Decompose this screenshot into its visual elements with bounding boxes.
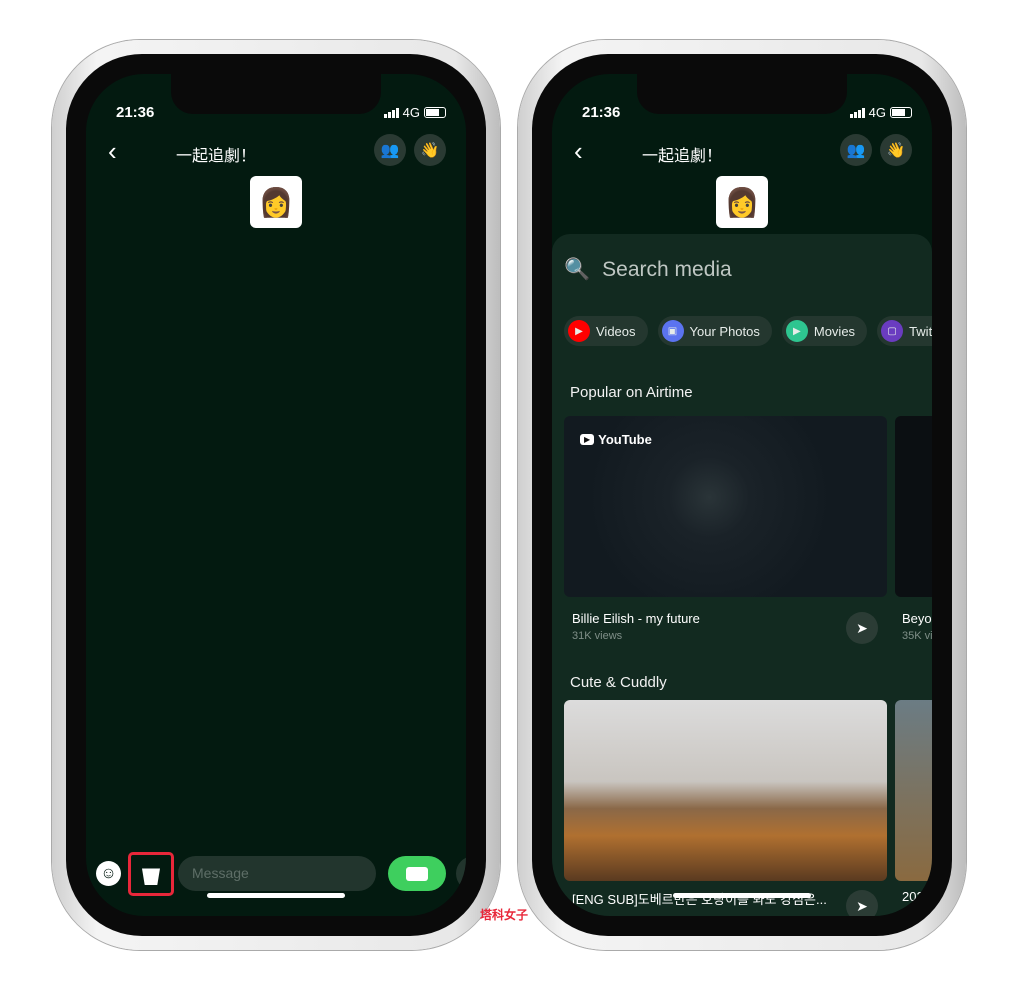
chat-title: 一起追劇！ [642, 148, 723, 165]
video-call-button[interactable] [388, 856, 446, 891]
people-icon: 👥 [846, 142, 866, 159]
avatar[interactable]: 👩 [716, 176, 768, 228]
battery-icon [890, 107, 912, 118]
phone-left: 21:36 4G ‹ 一起追劇！ 👥 👋 👩 ☺ Message [52, 40, 500, 950]
signal-icon [849, 107, 865, 118]
notch [637, 74, 847, 114]
send-icon: ➤ [856, 897, 868, 914]
people-button[interactable]: 👥 [374, 134, 406, 166]
emoji-button[interactable]: ☺ [96, 861, 121, 886]
popcorn-icon [142, 868, 160, 885]
video-views: 35K vie [902, 630, 932, 642]
chip-label: Videos [596, 323, 636, 339]
status-time: 21:36 [582, 104, 621, 121]
back-button[interactable]: ‹ [574, 136, 583, 167]
status-time: 21:36 [116, 104, 155, 121]
chip-your-photos[interactable]: ▣ Your Photos [657, 316, 772, 346]
video-title: 202 [902, 889, 924, 904]
home-indicator [207, 893, 345, 898]
chip-videos[interactable]: ▶ Videos [564, 316, 648, 346]
phone-right: 21:36 4G ‹ 一起追劇！ 👥 👋 👩 🔍 Search media ▶ Vi… [518, 40, 966, 950]
chip-label: Your Photos [689, 323, 760, 339]
search-icon: 🔍 [564, 258, 591, 281]
video-thumbnail[interactable] [564, 700, 887, 881]
media-screen: 21:36 4G ‹ 一起追劇！ 👥 👋 👩 🔍 Search media ▶ Vi… [552, 74, 932, 916]
status-bar: 4G [849, 105, 912, 120]
message-bar: ☺ Message [86, 852, 466, 896]
video-camera-icon [406, 866, 428, 881]
signal-icon [383, 107, 399, 118]
search-placeholder: Search media [602, 258, 732, 281]
message-input[interactable]: Message [178, 856, 376, 891]
video-views: 31K views [572, 630, 623, 642]
search-input[interactable]: 🔍 Search media [564, 258, 732, 282]
battery-icon [424, 107, 446, 118]
chip-twitch[interactable]: ▢ Twitch [877, 316, 932, 346]
wave-hand-icon: 👋 [420, 142, 440, 159]
people-icon: 👥 [380, 142, 400, 159]
wave-button[interactable]: 👋 [880, 134, 912, 166]
watermark: 塔科女子 [480, 908, 529, 922]
network-label: 4G [402, 105, 420, 120]
section-title: Popular on Airtime [570, 384, 693, 401]
media-panel: 🔍 Search media ▶ Videos ▣ Your Photos ▶ Movi… [552, 234, 932, 916]
video-thumbnail[interactable] [895, 700, 932, 881]
send-icon: ➤ [856, 619, 868, 636]
chat-title: 一起追劇！ [176, 148, 257, 165]
watch-media-button[interactable] [128, 852, 174, 896]
chip-movies[interactable]: ▶ Movies [781, 316, 868, 346]
video-title: Beyon [902, 611, 932, 626]
film-icon: ▶ [785, 320, 808, 342]
chat-screen: 21:36 4G ‹ 一起追劇！ 👥 👋 👩 ☺ Message [86, 74, 466, 916]
photo-icon: ▣ [661, 320, 684, 342]
section-title: Cute & Cuddly [570, 674, 667, 691]
video-thumbnail[interactable]: ▶ YouTube [564, 416, 887, 597]
video-thumbnail[interactable] [895, 416, 932, 597]
category-chips: ▶ Videos ▣ Your Photos ▶ Movies ▢ Twitch [564, 316, 932, 346]
people-button[interactable]: 👥 [840, 134, 872, 166]
status-bar: 4G [383, 105, 446, 120]
mic-button[interactable] [456, 856, 466, 891]
send-button[interactable]: ➤ [846, 612, 878, 644]
wave-button[interactable]: 👋 [414, 134, 446, 166]
back-button[interactable]: ‹ [108, 136, 117, 167]
chip-label: Movies [813, 323, 856, 339]
youtube-logo: ▶ YouTube [580, 432, 652, 447]
twitch-icon: ▢ [881, 320, 904, 342]
video-title: Billie Eilish - my future [572, 611, 700, 626]
wave-hand-icon: 👋 [886, 142, 906, 159]
youtube-icon: ▶ [568, 320, 590, 342]
avatar[interactable]: 👩 [250, 176, 302, 228]
chip-label: Twitch [909, 323, 932, 339]
send-button[interactable]: ➤ [846, 890, 878, 916]
notch [171, 74, 381, 114]
video-title: [ENG SUB]도베르만은 호랑이를 봐도 강심은... [572, 892, 827, 907]
network-label: 4G [868, 105, 886, 120]
